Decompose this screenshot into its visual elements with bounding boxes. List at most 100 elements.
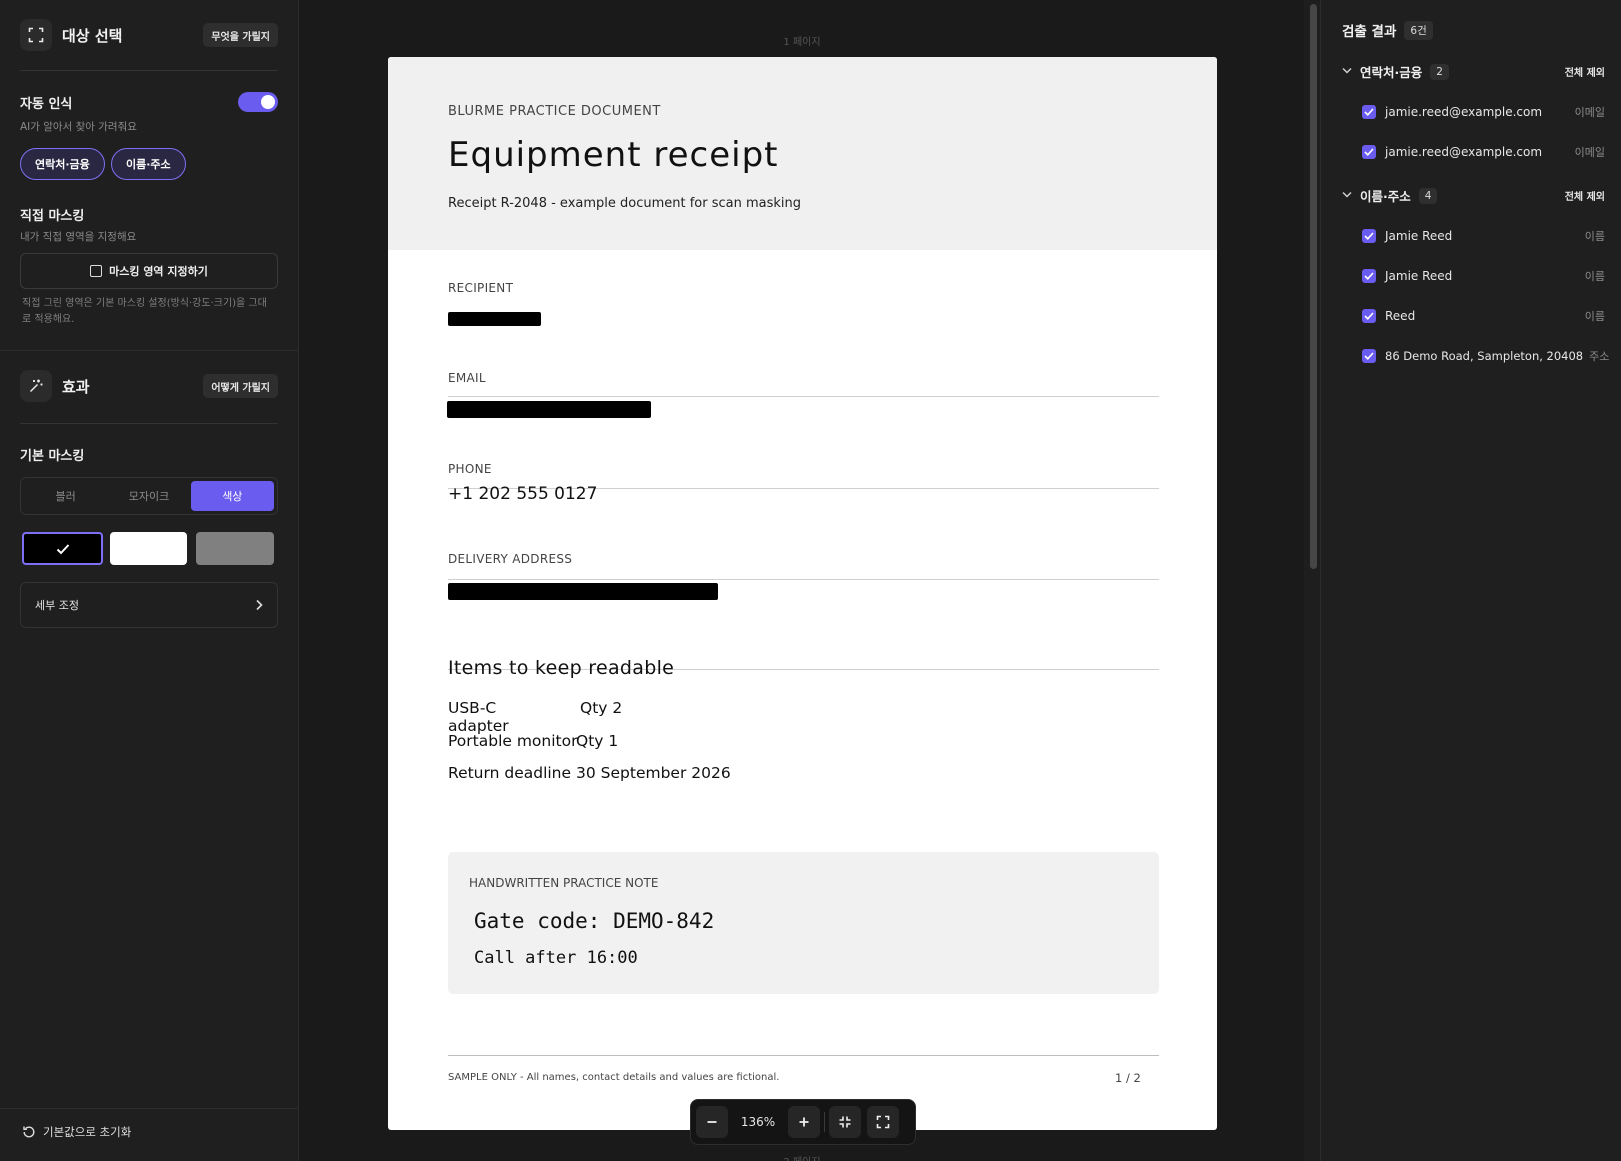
group-count-badge: 4 bbox=[1418, 187, 1438, 204]
result-item[interactable]: jamie.reed@example.com 이메일 bbox=[1362, 104, 1605, 120]
zoom-out-button[interactable] bbox=[696, 1106, 728, 1138]
result-checkbox[interactable] bbox=[1362, 349, 1376, 363]
group-header-name-address[interactable]: 이름·주소 4 전체 제외 bbox=[1342, 186, 1605, 205]
scan-target-icon bbox=[20, 19, 52, 51]
section-divider bbox=[0, 350, 298, 351]
category-pill-contact-finance[interactable]: 연락처·금융 bbox=[20, 148, 105, 180]
target-help-button[interactable]: 무엇을 가릴지 bbox=[203, 23, 278, 47]
manual-mask-note: 직접 그린 영역은 기본 마스킹 설정(방식·강도·크기)을 그대로 적용해요. bbox=[22, 298, 267, 325]
zoom-in-button[interactable] bbox=[788, 1106, 820, 1138]
auto-detect-toggle[interactable] bbox=[238, 92, 278, 112]
check-icon bbox=[1364, 232, 1374, 240]
document-kicker: BLURME PRACTICE DOCUMENT bbox=[448, 104, 661, 119]
field-label: RECIPIENT bbox=[448, 281, 514, 295]
footer-divider bbox=[0, 1108, 298, 1109]
document-viewer[interactable]: 1 페이지 BLURME PRACTICE DOCUMENT Equipment… bbox=[300, 0, 1304, 1161]
result-item[interactable]: jamie.reed@example.com 이메일 bbox=[1362, 144, 1605, 160]
collapse-icon bbox=[839, 1116, 851, 1128]
redaction-mask-email[interactable] bbox=[447, 401, 651, 418]
manual-mask-description: 내가 직접 영역을 지정해요 bbox=[20, 231, 137, 243]
redaction-mask-address[interactable] bbox=[448, 583, 718, 600]
result-item[interactable]: Jamie Reed 이름 bbox=[1362, 268, 1605, 284]
group-name: 이름·주소 bbox=[1360, 189, 1411, 204]
result-item[interactable]: 86 Demo Road, Sampleton, 20408 주소 bbox=[1362, 348, 1609, 364]
result-text: Reed bbox=[1385, 309, 1416, 323]
field-label: DELIVERY ADDRESS bbox=[448, 552, 573, 566]
toolbar-separator bbox=[824, 1112, 825, 1132]
group-name: 연락처·금융 bbox=[1360, 65, 1423, 80]
swatch-black[interactable] bbox=[22, 532, 103, 565]
mode-blur-button[interactable]: 블러 bbox=[24, 481, 107, 511]
fullscreen-button[interactable] bbox=[867, 1106, 899, 1138]
item-name: Return deadline bbox=[448, 764, 572, 782]
auto-detect-label: 자동 인식 bbox=[20, 97, 73, 112]
exclude-all-button[interactable]: 전체 제외 bbox=[1565, 64, 1605, 79]
mode-mosaic-button[interactable]: 모자이크 bbox=[107, 481, 190, 511]
result-type: 이름 bbox=[1584, 230, 1605, 243]
results-total-badge: 6건 bbox=[1404, 20, 1433, 40]
result-text: Jamie Reed bbox=[1385, 269, 1453, 283]
swatch-gray[interactable] bbox=[196, 532, 274, 565]
swatch-white[interactable] bbox=[110, 532, 187, 565]
fine-tune-label: 세부 조정 bbox=[35, 599, 79, 612]
handwritten-line-2: Call after 16:00 bbox=[474, 948, 638, 968]
footer-rule bbox=[448, 1055, 1159, 1056]
result-text: Jamie Reed bbox=[1385, 229, 1453, 243]
reset-defaults-button[interactable]: 기본값으로 초기화 bbox=[22, 1124, 131, 1140]
result-checkbox[interactable] bbox=[1362, 145, 1376, 159]
minus-icon bbox=[707, 1121, 717, 1123]
results-title: 검출 결과 bbox=[1342, 24, 1397, 40]
mask-mode-segmented-control: 블러 모자이크 색상 bbox=[20, 477, 278, 515]
settings-panel: 대상 선택 무엇을 가릴지 자동 인식 AI가 알아서 찾아 가려줘요 연락처·… bbox=[0, 0, 299, 1161]
divider bbox=[20, 423, 278, 424]
handwritten-note-box: HANDWRITTEN PRACTICE NOTE Gate code: DEM… bbox=[448, 852, 1159, 994]
expand-icon bbox=[876, 1115, 890, 1129]
fine-tune-row[interactable]: 세부 조정 bbox=[20, 582, 278, 628]
result-checkbox[interactable] bbox=[1362, 105, 1376, 119]
document-footer-text: SAMPLE ONLY - All names, contact details… bbox=[448, 1072, 780, 1083]
effect-help-button[interactable]: 어떻게 가릴지 bbox=[203, 374, 278, 398]
reset-icon bbox=[23, 1126, 35, 1138]
target-section-header: 대상 선택 bbox=[20, 19, 122, 51]
zoom-level: 136% bbox=[740, 1115, 776, 1129]
result-checkbox[interactable] bbox=[1362, 229, 1376, 243]
category-pill-name-address[interactable]: 이름·주소 bbox=[111, 148, 186, 180]
target-section-title: 대상 선택 bbox=[62, 26, 123, 45]
fit-to-page-button[interactable] bbox=[829, 1106, 861, 1138]
field-label: EMAIL bbox=[448, 371, 486, 385]
check-icon bbox=[1364, 312, 1374, 320]
document-subtitle: Receipt R-2048 - example document for sc… bbox=[448, 196, 802, 211]
check-icon bbox=[1364, 272, 1374, 280]
item-value: Qty 1 bbox=[576, 732, 619, 750]
plus-icon bbox=[799, 1117, 809, 1127]
draw-mask-area-button[interactable]: 마스킹 영역 지정하기 bbox=[20, 253, 278, 289]
group-header-contact-finance[interactable]: 연락처·금융 2 전체 제외 bbox=[1342, 62, 1605, 81]
result-text: jamie.reed@example.com bbox=[1385, 145, 1543, 159]
document-title: Equipment receipt bbox=[448, 135, 779, 175]
result-item[interactable]: Jamie Reed 이름 bbox=[1362, 228, 1605, 244]
detection-results-panel: 검출 결과 6건 연락처·금융 2 전체 제외 jamie.reed@examp… bbox=[1320, 0, 1621, 1161]
divider bbox=[20, 70, 278, 71]
page-label-top: 1 페이지 bbox=[783, 37, 821, 48]
square-icon bbox=[90, 265, 103, 277]
mode-color-button[interactable]: 색상 bbox=[190, 481, 274, 511]
result-checkbox[interactable] bbox=[1362, 269, 1376, 283]
viewer-scrollbar-thumb[interactable] bbox=[1310, 4, 1317, 569]
field-label: PHONE bbox=[448, 462, 492, 476]
document-page-count: 1 / 2 bbox=[1115, 1071, 1141, 1085]
toggle-knob bbox=[261, 95, 275, 109]
result-text: jamie.reed@example.com bbox=[1385, 105, 1543, 119]
field-value-phone: +1 202 555 0127 bbox=[448, 484, 598, 504]
result-checkbox[interactable] bbox=[1362, 309, 1376, 323]
reset-defaults-label: 기본값으로 초기화 bbox=[43, 1125, 132, 1139]
page-label-bottom: 2 페이지 bbox=[300, 1153, 1304, 1161]
result-item[interactable]: Reed 이름 bbox=[1362, 308, 1605, 324]
document-page[interactable]: BLURME PRACTICE DOCUMENT Equipment recei… bbox=[388, 57, 1217, 1130]
exclude-all-button[interactable]: 전체 제외 bbox=[1565, 188, 1605, 203]
basic-mask-label: 기본 마스킹 bbox=[20, 449, 85, 464]
result-type: 이메일 bbox=[1574, 106, 1605, 119]
chevron-down-icon bbox=[1342, 66, 1352, 77]
items-heading: Items to keep readable bbox=[448, 657, 675, 679]
chevron-down-icon bbox=[1342, 190, 1352, 201]
redaction-mask-recipient[interactable] bbox=[448, 312, 541, 326]
